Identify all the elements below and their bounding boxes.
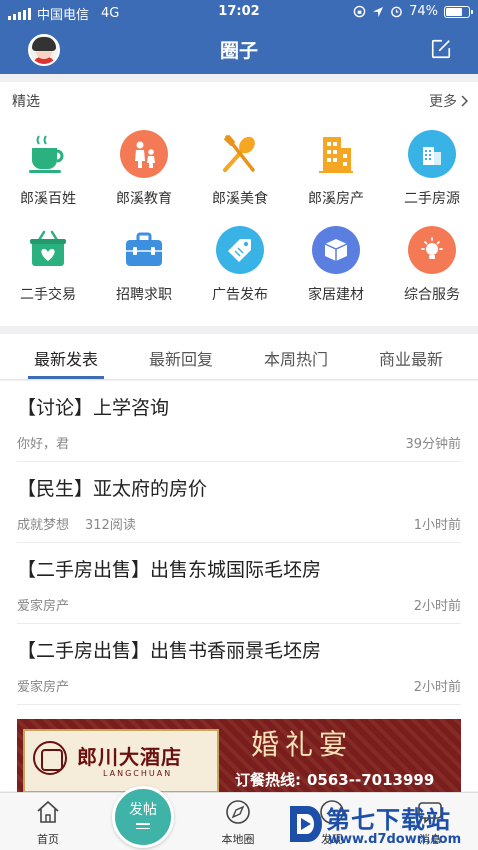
site-watermark: 第七下载站 www.d7down.com (282, 800, 478, 850)
tab-business-latest[interactable]: 商业最新 (351, 346, 471, 370)
category-zhaopin-qiuzhi[interactable]: 招聘求职 (96, 226, 192, 304)
hotel-name: 郎川大酒店 (77, 745, 182, 769)
battery-icon (444, 5, 473, 18)
lightbulb-icon (408, 226, 456, 274)
post-reads: 312阅读 (85, 518, 136, 533)
category-langxi-meishi[interactable]: 郎溪美食 (192, 130, 288, 208)
coffee-cup-icon (24, 130, 72, 178)
watermark-title: 第七下载站 (326, 806, 451, 834)
watermark-logo-icon (290, 806, 322, 842)
active-tab-indicator (28, 376, 104, 379)
post-time: 2小时前 (413, 680, 461, 695)
watermark-url: www.d7down.com (328, 832, 462, 847)
menu-icon (136, 823, 150, 829)
hotel-logo-panel: 郎川大酒店 LANGCHUAN (23, 729, 219, 793)
category-zonghe-fuwu[interactable]: 综合服务 (384, 226, 478, 304)
tab-latest-replies[interactable]: 最新回复 (121, 346, 241, 370)
parent-child-icon (120, 130, 168, 178)
ad-banner[interactable]: 郎川大酒店 LANGCHUAN 婚礼宴 订餐热线: 0563--7013999 (17, 719, 461, 793)
post-title: 【民生】亚太府的房价 (17, 478, 208, 500)
category-ershou-jiaoyi[interactable]: 二手交易 (0, 226, 96, 304)
post-author: 爱家房产 (17, 599, 70, 614)
list-item[interactable]: 【二手房出售】出售东城国际毛坯房 爱家房产 2小时前 (17, 543, 461, 624)
alarm-icon (391, 6, 402, 18)
fork-spoon-icon (216, 130, 264, 178)
tab-weekly-hot[interactable]: 本周热门 (236, 346, 356, 370)
list-item[interactable]: 【民生】亚太府的房价 成就梦想 312阅读 1小时前 (17, 462, 461, 543)
post-time: 39分钟前 (405, 437, 461, 452)
post-time: 2小时前 (413, 599, 461, 614)
hotel-seal-icon (33, 741, 67, 775)
edit-icon[interactable] (430, 38, 452, 60)
heart-basket-icon (24, 226, 72, 274)
post-author: 成就梦想 (17, 518, 70, 533)
post-title: 【二手房出售】出售东城国际毛坯房 (17, 559, 322, 581)
featured-section: 精选 更多 郎溪百姓 郎溪教育 郎溪美食 郎溪房产 二手房源 二手交易 招聘求职… (0, 82, 478, 326)
section-title: 精选 (12, 94, 40, 110)
category-langxi-fangchan[interactable]: 郎溪房产 (288, 130, 384, 208)
list-item[interactable]: 【讨论】上学咨询 你好，君 39分钟前 (17, 381, 461, 462)
battery-percent: 74% (409, 4, 438, 19)
location-icon (373, 6, 384, 17)
category-langxi-jiaoyu[interactable]: 郎溪教育 (96, 130, 192, 208)
compass-icon (226, 800, 250, 824)
rotation-lock-icon (353, 5, 366, 18)
briefcase-icon (120, 226, 168, 274)
post-list: 【讨论】上学咨询 你好，君 39分钟前 【民生】亚太府的房价 成就梦想 312阅读… (0, 381, 478, 711)
post-tabs: 最新发表 最新回复 本周热门 商业最新 (0, 334, 478, 380)
list-item[interactable]: 【二手房出售】出售书香丽景毛坯房 爱家房产 2小时前 (17, 624, 461, 705)
category-guanggao-fabu[interactable]: 广告发布 (192, 226, 288, 304)
post-title: 【讨论】上学咨询 (17, 397, 170, 419)
ad-container: 郎川大酒店 LANGCHUAN 婚礼宴 订餐热线: 0563--7013999 (0, 711, 478, 793)
home-icon (37, 800, 59, 823)
ad-headline: 婚礼宴 (251, 728, 354, 761)
post-title: 【二手房出售】出售书香丽景毛坯房 (17, 640, 322, 662)
chevron-right-icon (461, 95, 468, 107)
navbar: 圈子 (0, 24, 478, 74)
post-author: 爱家房产 (17, 680, 70, 695)
tag-icon (216, 226, 264, 274)
house-icon (408, 130, 456, 178)
category-jiaju-jiancai[interactable]: 家居建材 (288, 226, 384, 304)
tabbar-home[interactable]: 首页 (8, 799, 88, 847)
tabbar-local[interactable]: 本地圈 (198, 799, 278, 847)
ad-hotline: 订餐热线: 0563--7013999 (235, 771, 435, 789)
page-title: 圈子 (219, 40, 258, 62)
box-icon (312, 226, 360, 274)
category-ershou-fangyuan[interactable]: 二手房源 (384, 130, 478, 208)
more-link[interactable]: 更多 (429, 91, 468, 111)
tab-latest-posts[interactable]: 最新发表 (6, 346, 126, 370)
post-author: 你好，君 (17, 437, 70, 452)
post-time: 1小时前 (413, 518, 461, 533)
hotel-name-pinyin: LANGCHUAN (103, 769, 173, 778)
building-icon (312, 130, 360, 178)
status-bar: 中国电信 4G 17:02 74% (0, 0, 478, 24)
category-langxi-baixing[interactable]: 郎溪百姓 (0, 130, 96, 208)
post-button[interactable]: 发帖 (112, 786, 174, 848)
